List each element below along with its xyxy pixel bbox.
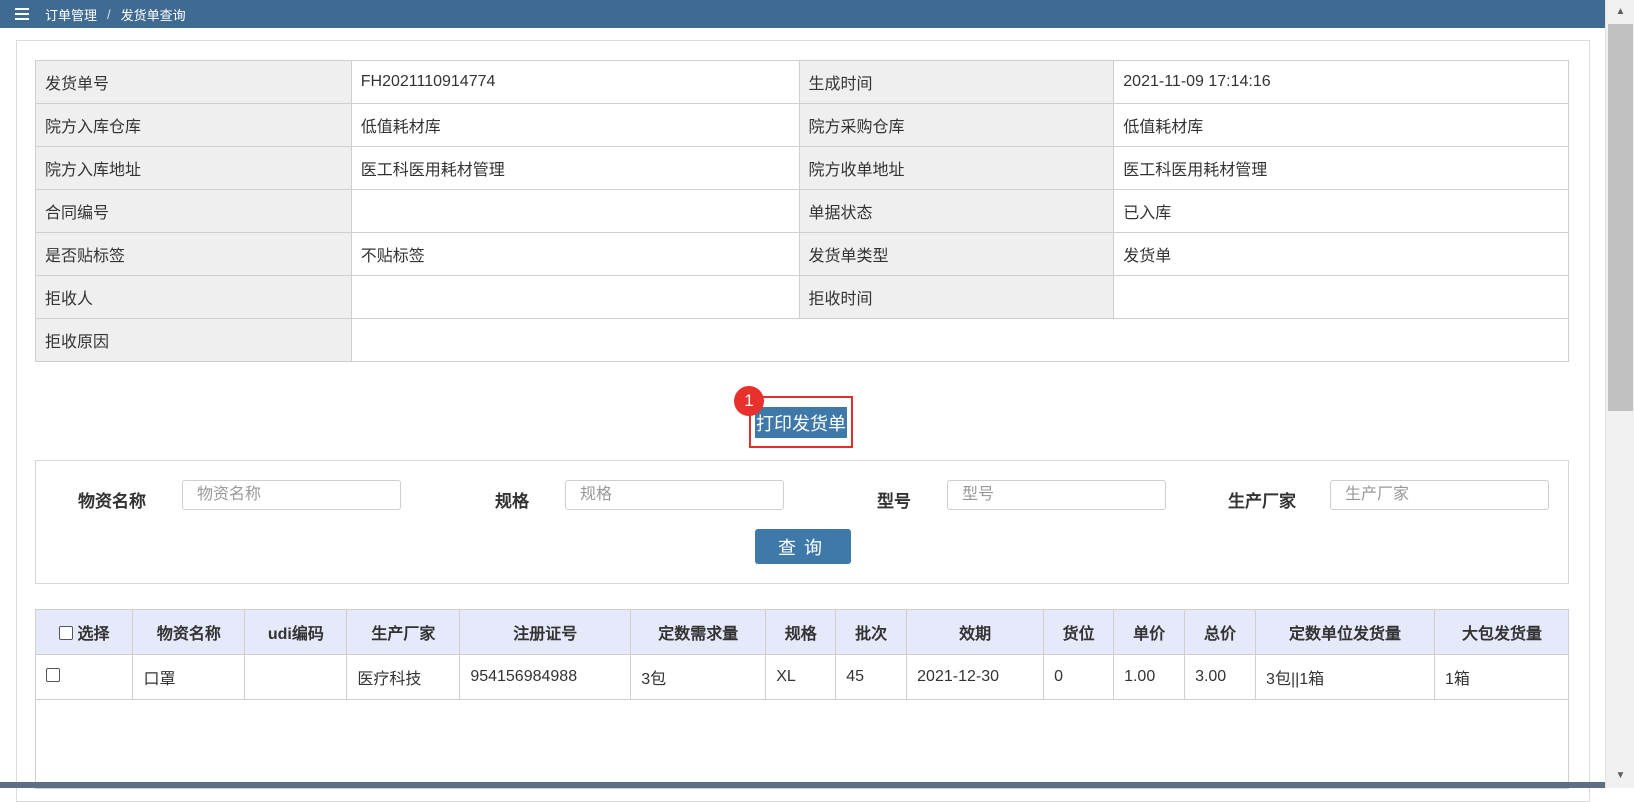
items-grid: 选择 物资名称 udi编码 生产厂家 注册证号 定数需求量 规格 批次 效期 货… [35,609,1569,789]
column-header: 定数单位发货量 [1255,610,1435,655]
column-header: 规格 [765,610,837,655]
info-key: 发货单号 [35,60,352,104]
info-value: 发货单 [1113,232,1569,276]
breadcrumb-parent[interactable]: 订单管理 [45,5,97,24]
step-marker-badge: 1 [734,386,764,416]
print-button-highlight: 打印发货单 [749,396,853,448]
material-name-label: 物资名称 [78,492,146,511]
breadcrumb-current: 发货单查询 [120,7,186,23]
column-header: 效期 [906,610,1045,655]
spec-label: 规格 [495,492,529,511]
spec-input[interactable] [565,480,784,510]
info-value: 医工科医用耗材管理 [350,146,800,190]
column-header: udi编码 [244,610,348,655]
column-header: 注册证号 [459,610,632,655]
column-header: 生产厂家 [346,610,461,655]
info-row: 院方入库仓库 低值耗材库 院方采购仓库 低值耗材库 [35,103,1569,147]
column-header: 物资名称 [132,610,246,655]
info-key: 院方入库地址 [35,146,352,190]
select-all-checkbox[interactable] [58,626,73,640]
info-row: 拒收人 拒收时间 [35,275,1569,319]
info-key: 院方采购仓库 [798,103,1115,147]
table-cell: 2021-12-30 [906,654,1045,700]
info-key: 拒收原因 [35,318,352,362]
table-cell: 0 [1043,654,1115,700]
column-header: 选择 [77,626,110,643]
info-value: 不贴标签 [350,232,800,276]
column-header: 总价 [1184,610,1257,655]
info-value [350,275,800,319]
info-row: 院方入库地址 医工科医用耗材管理 院方收单地址 医工科医用耗材管理 [35,146,1569,190]
table-cell: 3包||1箱 [1255,654,1435,700]
grid-header-row: 选择 物资名称 udi编码 生产厂家 注册证号 定数需求量 规格 批次 效期 货… [36,610,1568,655]
top-navbar: 订单管理 / 发货单查询 [0,0,1605,28]
info-key: 单据状态 [798,189,1115,233]
table-cell: 医疗科技 [346,654,461,700]
column-header: 货位 [1043,610,1115,655]
info-key: 院方收单地址 [798,146,1115,190]
info-row: 拒收原因 [35,318,1570,362]
info-value: 2021-11-09 17:14:16 [1113,60,1569,104]
info-value: 已入库 [1113,189,1569,233]
info-value [350,318,1570,362]
manufacturer-input[interactable] [1330,480,1549,510]
select-all-header[interactable]: 选择 [36,610,134,655]
search-form: 物资名称 规格 型号 生产厂家 查询 [35,460,1569,584]
info-value: FH2021110914774 [350,60,800,104]
table-cell: 3包 [630,654,767,700]
column-header: 批次 [835,610,908,655]
table-cell [244,654,348,700]
column-header: 单价 [1113,610,1186,655]
info-key: 合同编号 [35,189,352,233]
table-row[interactable]: 口罩 医疗科技 954156984988 3包 XL 45 2021-12-30… [36,654,1568,700]
info-key: 是否贴标签 [35,232,352,276]
breadcrumb-separator: / [107,6,111,22]
hamburger-menu-icon[interactable] [15,8,29,20]
table-cell: 口罩 [132,654,246,700]
info-key: 拒收时间 [798,275,1115,319]
manufacturer-label: 生产厂家 [1228,492,1296,511]
info-key: 拒收人 [35,275,352,319]
scrollbar-thumb[interactable] [1608,24,1633,411]
model-label: 型号 [877,492,911,511]
table-cell: 1箱 [1433,654,1568,700]
column-header: 定数需求量 [630,610,767,655]
table-cell: 3.00 [1184,654,1257,700]
info-row: 发货单号 FH2021110914774 生成时间 2021-11-09 17:… [35,60,1569,104]
info-value: 低值耗材库 [350,103,800,147]
shipment-info-table: 发货单号 FH2021110914774 生成时间 2021-11-09 17:… [35,60,1570,362]
model-input[interactable] [947,480,1166,510]
info-value: 医工科医用耗材管理 [1113,146,1569,190]
info-value: 低值耗材库 [1113,103,1569,147]
scroll-up-arrow-icon[interactable]: ▲ [1606,2,1634,22]
info-key: 院方入库仓库 [35,103,352,147]
scroll-down-arrow-icon[interactable]: ▼ [1606,766,1634,786]
info-key: 发货单类型 [798,232,1115,276]
info-row: 是否贴标签 不贴标签 发货单类型 发货单 [35,232,1569,276]
print-shipment-button[interactable]: 打印发货单 [755,407,847,438]
row-checkbox[interactable] [46,668,60,682]
query-button[interactable]: 查询 [755,529,851,564]
info-row: 合同编号 单据状态 已入库 [35,189,1569,233]
column-header: 大包发货量 [1433,610,1568,655]
table-cell: 1.00 [1113,654,1186,700]
table-cell: 45 [835,654,908,700]
bottom-border [0,782,1605,788]
table-cell: XL [765,654,837,700]
table-cell: 954156984988 [459,654,632,700]
row-select-cell[interactable] [36,654,134,700]
info-value [350,189,800,233]
info-value [1113,275,1569,319]
vertical-scrollbar[interactable]: ▲ ▼ [1605,0,1634,788]
info-key: 生成时间 [798,60,1115,104]
material-name-input[interactable] [182,480,401,510]
